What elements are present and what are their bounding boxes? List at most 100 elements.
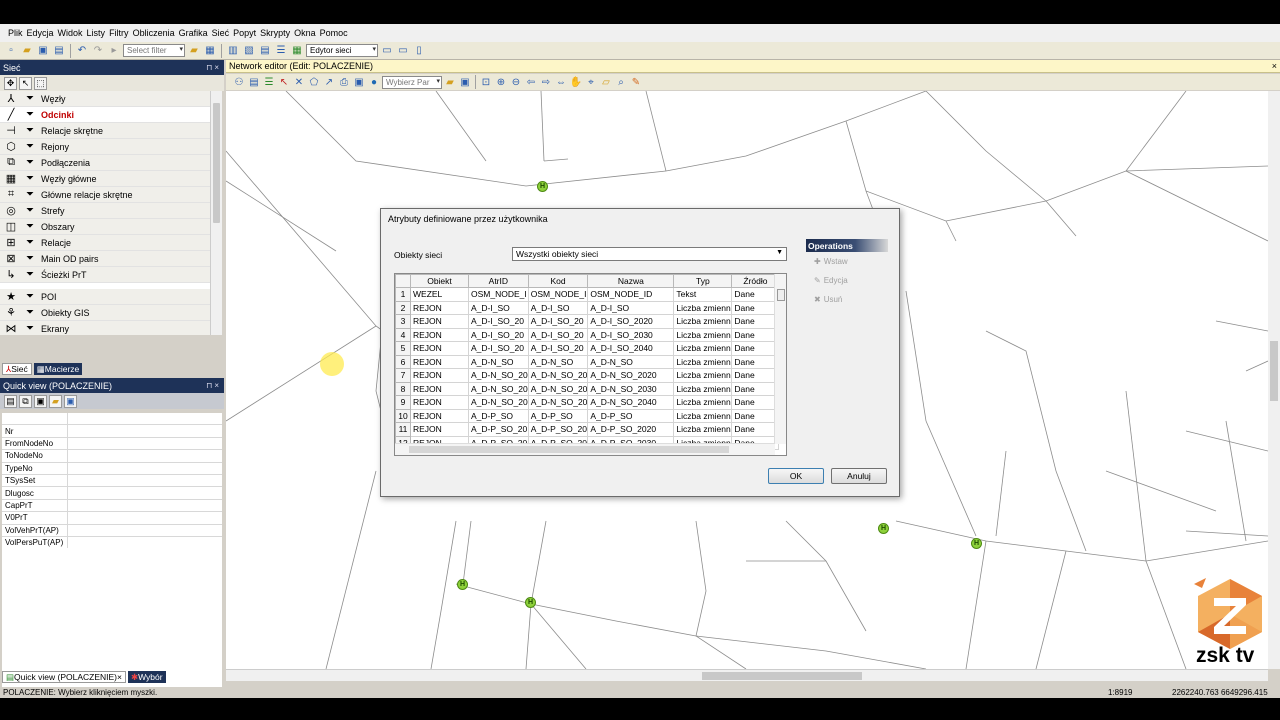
table-cell[interactable]: Dane: [731, 287, 780, 302]
quick-view-row[interactable]: V0PrT: [2, 512, 222, 525]
table-row[interactable]: 7 REJON A_D-N_SO_20 A_D-N_SO_20 A_D-N_SO_202…: [395, 368, 780, 383]
operation-insert-button[interactable]: ✚ Wstaw: [806, 252, 888, 271]
fit-icon[interactable]: ⇔: [554, 75, 568, 89]
table-cell[interactable]: Dane: [731, 408, 780, 423]
layers-icon[interactable]: ☰: [262, 75, 276, 89]
qv-paste-icon[interactable]: ▣: [34, 394, 47, 408]
close-icon[interactable]: ×: [117, 672, 122, 682]
column-header[interactable]: Kod: [527, 274, 589, 288]
filter-icon[interactable]: ⏷: [22, 93, 38, 104]
map-horizontal-scrollbar[interactable]: [226, 669, 1268, 681]
undo-icon[interactable]: ↶: [75, 44, 89, 58]
parameter-dropdown[interactable]: Wybierz Par ▾: [382, 75, 442, 89]
save-all-icon[interactable]: ▤: [52, 44, 66, 58]
pencil-icon[interactable]: ✎: [629, 75, 643, 89]
table-cell[interactable]: A_D-I_SO_20: [468, 341, 529, 356]
network-object-item[interactable]: ◎ ⏷ Strefy: [0, 203, 210, 219]
table-cell[interactable]: A_D-I_SO_2020: [587, 314, 675, 329]
table-cell[interactable]: A_D-N_SO_2040: [587, 395, 675, 410]
menu-item[interactable]: Sieć: [210, 28, 232, 38]
window-horizontal-icon[interactable]: ▭: [396, 44, 410, 58]
menu-item[interactable]: Okna: [292, 28, 318, 38]
filter-icon[interactable]: ⏷: [22, 125, 38, 136]
table-cell[interactable]: A_D-I_SO: [527, 300, 589, 315]
quick-view-value[interactable]: [68, 438, 222, 449]
properties-icon[interactable]: ☰: [274, 44, 288, 58]
table-cell[interactable]: A_D-P_SO: [468, 408, 529, 423]
pin-close-icon[interactable]: ⊓×: [206, 63, 221, 72]
filter-icon[interactable]: ⏷: [22, 189, 38, 200]
table-cell[interactable]: A_D-I_SO_20: [527, 327, 589, 342]
table-cell[interactable]: Liczba zmienn: [673, 395, 733, 410]
table-cell[interactable]: A_D-N_SO_20: [527, 395, 589, 410]
quick-view-row[interactable]: Dlugosc: [2, 487, 222, 500]
table-row[interactable]: 8 REJON A_D-N_SO_20 A_D-N_SO_20 A_D-N_SO_203…: [395, 381, 780, 396]
binoculars-icon[interactable]: ⚇: [232, 75, 246, 89]
network-object-item[interactable]: ◫ ⏷ Obszary: [0, 219, 210, 235]
scrollbar-thumb[interactable]: [213, 103, 220, 223]
table-cell[interactable]: A_D-N_SO_20: [468, 381, 529, 396]
table-cell[interactable]: Liczba zmienn: [673, 408, 733, 423]
print-icon[interactable]: ⎙: [337, 75, 351, 89]
filter-icon[interactable]: ⏷: [22, 173, 38, 184]
table-cell[interactable]: REJON: [410, 422, 469, 437]
filter-icon[interactable]: ⏷: [22, 205, 38, 216]
filter-icon[interactable]: ⏷: [22, 291, 38, 302]
table-cell[interactable]: REJON: [410, 408, 469, 423]
qv-save-icon[interactable]: ▣: [64, 394, 77, 408]
screen-icon[interactable]: ▣: [352, 75, 366, 89]
quick-view-value[interactable]: [68, 500, 222, 511]
polygon-select-icon[interactable]: ⬠: [307, 75, 321, 89]
tab-macierze[interactable]: ▦ Macierze: [33, 363, 83, 375]
select-link-icon[interactable]: ↗: [322, 75, 336, 89]
qv-copy-icon[interactable]: ⧉: [19, 394, 32, 408]
table-cell[interactable]: A_D-N_SO_20: [527, 368, 589, 383]
table-cell[interactable]: REJON: [410, 341, 469, 356]
cross-select-icon[interactable]: ✕: [292, 75, 306, 89]
map-node[interactable]: H: [537, 181, 548, 192]
pan-hand-icon[interactable]: ✋: [569, 75, 583, 89]
table-cell[interactable]: Liczba zmienn: [673, 354, 733, 369]
table-cell[interactable]: REJON: [410, 314, 469, 329]
table-cell[interactable]: A_D-N_SO: [527, 354, 589, 369]
save-graphic-icon[interactable]: ▣: [458, 75, 472, 89]
menu-item[interactable]: Pomoc: [318, 28, 350, 38]
qv-settings-icon[interactable]: ▤: [4, 394, 17, 408]
quick-view-row[interactable]: TypeNo: [2, 462, 222, 475]
table-cell[interactable]: Dane: [731, 395, 780, 410]
filter-apply-icon[interactable]: ▦: [203, 44, 217, 58]
globe-icon[interactable]: ●: [367, 75, 381, 89]
grid-horizontal-scrollbar[interactable]: [395, 443, 775, 455]
filter-folder-icon[interactable]: ▰: [187, 44, 201, 58]
scrollbar-thumb[interactable]: [702, 672, 862, 680]
tab-siec[interactable]: ⅄ Sieć: [2, 363, 32, 375]
cancel-button[interactable]: Anuluj: [831, 468, 887, 484]
menu-item[interactable]: Skrypty: [258, 28, 292, 38]
zoom-out-icon[interactable]: ⊖: [509, 75, 523, 89]
objects-dropdown[interactable]: Wszystki obiekty sieci ▼: [512, 247, 787, 261]
operation-edit-button[interactable]: ✎ Edycja: [806, 271, 888, 290]
table-cell[interactable]: Dane: [731, 314, 780, 329]
filter-icon[interactable]: ⏷: [22, 307, 38, 318]
table-cell[interactable]: Liczba zmienn: [673, 368, 733, 383]
table-cell[interactable]: A_D-I_SO_20: [468, 314, 529, 329]
filter-icon[interactable]: ⏷: [22, 253, 38, 264]
table-cell[interactable]: Liczba zmienn: [673, 341, 733, 356]
network-object-item[interactable]: ▦ ⏷ Węzły główne: [0, 171, 210, 187]
quick-view-row[interactable]: FromNodeNo: [2, 437, 222, 451]
pointer-icon[interactable]: ↖: [19, 76, 32, 90]
table-cell[interactable]: OSM_NODE_I: [527, 287, 589, 302]
quick-view-row[interactable]: Nr: [2, 425, 222, 438]
table-cell[interactable]: REJON: [410, 327, 469, 342]
table-cell[interactable]: A_D-N_SO: [468, 354, 529, 369]
table-row[interactable]: 1 WEZEL OSM_NODE_I OSM_NODE_I OSM_NODE_ID Tek…: [395, 287, 780, 302]
table-cell[interactable]: Dane: [731, 422, 780, 437]
network-object-item[interactable]: ↳ ⏷ Ścieżki PrT: [0, 267, 210, 283]
open-icon[interactable]: ▰: [443, 75, 457, 89]
map-node[interactable]: H: [525, 597, 536, 608]
table-cell[interactable]: A_D-N_SO_20: [527, 381, 589, 396]
select-pointer-icon[interactable]: ↖: [277, 75, 291, 89]
table-cell[interactable]: A_D-N_SO_20: [468, 395, 529, 410]
menu-item[interactable]: Filtry: [107, 28, 131, 38]
scrollbar-thumb[interactable]: [1270, 341, 1278, 401]
